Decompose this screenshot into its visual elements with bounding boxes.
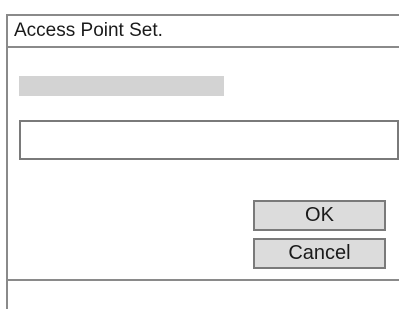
dialog-title: Access Point Set. — [14, 20, 163, 41]
cancel-button[interactable]: Cancel — [253, 238, 386, 269]
ok-button[interactable]: OK — [253, 200, 386, 231]
access-point-dialog: Access Point Set. OK Cancel — [6, 14, 399, 309]
field-label-placeholder — [19, 76, 224, 96]
access-point-input[interactable] — [19, 120, 399, 160]
dialog-titlebar: Access Point Set. — [8, 16, 399, 48]
bottom-divider — [8, 279, 399, 281]
